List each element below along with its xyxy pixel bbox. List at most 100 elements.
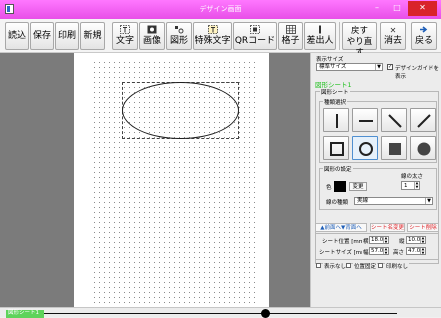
save-label: 保存	[32, 31, 51, 41]
fix-position-checkbox[interactable]	[346, 263, 351, 268]
line-width-stepper[interactable]: 1 ▲ ▼	[401, 181, 420, 190]
color-swatch	[334, 181, 346, 192]
settings-group-title: 図形の設定	[323, 165, 353, 173]
qr-icon	[234, 25, 276, 36]
size-width-value: 57.0	[371, 248, 384, 254]
stepper-arrows-icon[interactable]: ▲ ▼	[383, 247, 388, 254]
vertical-line-button[interactable]	[323, 108, 349, 132]
erase-label: 消去	[383, 36, 402, 46]
design-guide-grid	[92, 60, 255, 304]
display-size-value: 標準サイズ	[319, 64, 347, 70]
load-button[interactable]: 読込	[5, 22, 29, 50]
horizontal-scroll-track[interactable]	[44, 313, 397, 314]
grid-label: 格子	[281, 36, 300, 46]
new-label: 新規	[83, 31, 102, 41]
size-width-field[interactable]: 57.0 ▲ ▼	[369, 247, 389, 255]
title-bar: デザイン画面 – □ ✕	[0, 0, 441, 19]
diagonal-up-line-button[interactable]	[410, 108, 436, 132]
rectangle-outline-button[interactable]	[323, 136, 349, 160]
size-h-label: 高さ	[392, 248, 406, 256]
rectangle-filled-button[interactable]	[381, 136, 407, 160]
text-button[interactable]: 文字	[112, 22, 138, 50]
color-label: 色	[325, 183, 333, 191]
ellipse-filled-button[interactable]	[410, 136, 436, 160]
qr-button[interactable]: QRコード	[233, 22, 277, 50]
undo-label: 戻す	[350, 26, 368, 36]
minimize-button[interactable]: –	[368, 1, 386, 16]
new-button[interactable]: 新規	[80, 22, 105, 50]
toolbar-separator	[339, 22, 340, 50]
size-height-field[interactable]: 47.0 ▲ ▼	[406, 247, 426, 255]
stepper-arrows-icon[interactable]: ▲ ▼	[420, 236, 425, 243]
sender-button[interactable]: 差出人	[304, 22, 336, 50]
pos-y-value: 10.0	[408, 237, 421, 243]
ellipse-shape[interactable]	[122, 82, 239, 139]
stepper-arrows-icon[interactable]: ▲ ▼	[420, 247, 425, 254]
line-width-value: 1	[404, 183, 408, 189]
canvas-gutter-left	[0, 53, 74, 307]
pos-x-field[interactable]: 18.0 ▲ ▼	[369, 236, 389, 244]
text-label: 文字	[115, 36, 134, 46]
horizontal-line-button[interactable]	[352, 108, 378, 132]
stepper-arrows-icon[interactable]: ▲ ▼	[383, 236, 388, 243]
save-button[interactable]: 保存	[30, 22, 54, 50]
special-text-icon	[194, 25, 231, 36]
change-color-button[interactable]: 変更	[349, 182, 367, 191]
canvas-gutter-right	[269, 53, 310, 307]
close-button[interactable]: ✕	[408, 1, 437, 16]
ellipse-outline-button[interactable]	[352, 136, 378, 160]
special-text-label: 特殊文字	[194, 36, 231, 46]
sheet-position-label: シート位置 [mm]	[321, 237, 368, 245]
line-type-select[interactable]: 実線 ▼	[354, 197, 433, 205]
qr-label: QRコード	[234, 36, 276, 46]
hide-label: 表示なし	[323, 262, 348, 270]
grid-button[interactable]: 格子	[278, 22, 303, 50]
display-size-select[interactable]: 標準サイズ ▼	[316, 63, 383, 71]
special-text-button[interactable]: 特殊文字	[193, 22, 232, 50]
text-icon	[113, 25, 137, 36]
sender-label: 差出人	[306, 36, 334, 46]
print-button[interactable]: 印刷	[55, 22, 79, 50]
sheet-tab-bar: 図形シート1	[0, 307, 441, 318]
grid-icon	[279, 25, 302, 36]
line-type-label: 線の種類	[325, 198, 350, 206]
no-print-checkbox[interactable]	[378, 263, 383, 268]
design-guide-label: デザインガイドを表示	[395, 66, 440, 80]
erase-button[interactable]: ✕ 消去	[380, 22, 406, 50]
design-canvas[interactable]	[74, 53, 269, 307]
hide-checkbox[interactable]	[316, 263, 321, 268]
shape-group-title: 図形シート	[320, 88, 350, 96]
shape-button[interactable]: 図形	[166, 22, 192, 50]
maximize-button[interactable]: □	[388, 1, 406, 16]
sender-icon	[305, 25, 335, 36]
shape-kind-group: 種類選択	[319, 98, 437, 163]
rename-sheet-button[interactable]: シート名変更	[370, 223, 405, 232]
erase-icon: ✕	[389, 26, 397, 35]
diagonal-down-line-button[interactable]	[381, 108, 407, 132]
chevron-down-icon: ▼	[425, 198, 432, 204]
display-size-label: 表示サイズ	[316, 57, 344, 63]
undo-redo-button[interactable]: 戻す やり直す	[342, 22, 377, 58]
stepper-arrows-icon[interactable]: ▲ ▼	[414, 181, 419, 189]
size-height-value: 47.0	[408, 248, 421, 254]
line-width-label: 線の太さ	[400, 172, 425, 180]
sheet-position-group: シート位置 [mm] 横 18.0 ▲ ▼ 縦 10.0 ▲ ▼ シートサイズ [m…	[315, 233, 439, 260]
print-label: 印刷	[57, 31, 76, 41]
front-back-button[interactable]: ▲前面へ▼背面へ	[315, 223, 367, 232]
shape-icon	[167, 25, 191, 36]
pos-x-value: 18.0	[371, 237, 384, 243]
shape-label: 図形	[169, 36, 188, 46]
back-button[interactable]: 戻る	[411, 22, 437, 50]
design-guide-checkbox[interactable]: ✓	[387, 64, 393, 70]
shape-settings-group: 図形の設定 色 変更 線の太さ 1 ▲ ▼ 線の種類 実線 ▼	[319, 165, 437, 210]
line-type-value: 実線	[357, 198, 369, 204]
delete-sheet-button[interactable]: シート削除	[407, 223, 439, 232]
pos-y-field[interactable]: 10.0 ▲ ▼	[406, 236, 426, 244]
image-icon	[140, 25, 164, 36]
sheet-actions-row: ▲前面へ▼背面へ シート名変更 シート削除	[315, 223, 439, 232]
fix-position-label: 位置固定	[353, 262, 378, 270]
image-button[interactable]: 画像	[139, 22, 165, 50]
chevron-down-icon: ▼	[375, 64, 382, 70]
image-label: 画像	[142, 36, 161, 46]
kind-group-title: 種類選択	[323, 98, 348, 106]
